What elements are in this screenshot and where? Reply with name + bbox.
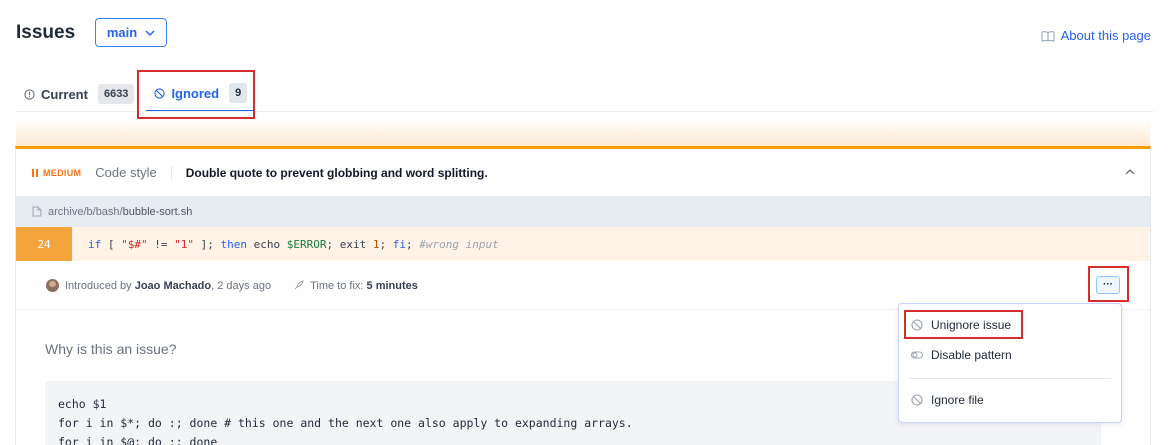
menu-item-label: Unignore issue <box>931 318 1012 332</box>
code-line: 24 if [ "$#" != "1" ]; then echo $ERROR;… <box>16 227 1150 261</box>
chevron-up-icon[interactable] <box>1124 166 1136 178</box>
file-path-bar: archive/b/bash/bubble-sort.sh <box>16 196 1150 227</box>
menu-item-label: Ignore file <box>931 393 984 407</box>
code-token: ]; <box>194 237 221 251</box>
about-page-link[interactable]: About this page <box>1041 28 1151 43</box>
code-token: then <box>220 237 248 251</box>
menu-item-ignore-file[interactable]: Ignore file <box>911 393 984 407</box>
tab-current-count: 6633 <box>97 84 135 104</box>
card-glow <box>16 118 1150 148</box>
issue-category: Code style <box>95 165 157 180</box>
why-heading: Why is this an issue? <box>45 341 177 357</box>
issue-title: Double quote to prevent globbing and wor… <box>185 165 488 180</box>
file-icon <box>32 206 42 217</box>
code-token: [ <box>101 237 122 251</box>
code-token: ; <box>405 237 420 251</box>
code-token: if <box>88 237 102 251</box>
author-name: Joao Machado <box>134 279 212 292</box>
menu-item-label: Disable pattern <box>931 348 1012 362</box>
time-to-fix-value: 5 minutes <box>366 279 418 292</box>
time-to-fix: Time to fix: 5 minutes <box>310 280 418 292</box>
more-options-button[interactable]: ··· <box>1096 276 1120 294</box>
branch-select[interactable]: main <box>95 18 167 47</box>
issue-header[interactable]: MEDIUM Code style Double quote to preven… <box>16 149 1150 196</box>
code-token: "$#" <box>121 237 148 251</box>
introduced-time: , 2 days ago <box>211 279 272 292</box>
code-token: != <box>147 237 175 251</box>
rocket-icon <box>294 280 304 290</box>
tab-current-label: Current <box>41 86 88 102</box>
issue-meta: Introduced by Joao Machado, 2 days ago T… <box>46 279 418 292</box>
tab-ignored-count: 9 <box>229 83 248 103</box>
code-token: $ERROR <box>286 237 327 251</box>
file-path[interactable]: archive/b/bash/bubble-sort.sh <box>48 206 192 218</box>
menu-item-unignore-issue[interactable]: Unignore issue <box>911 318 1011 332</box>
header-separator <box>170 165 172 180</box>
ban-icon <box>911 319 923 331</box>
code-token: "1" <box>174 237 194 251</box>
chevron-down-icon <box>145 29 155 36</box>
ban-icon <box>911 394 923 406</box>
menu-separator <box>909 378 1111 379</box>
introduced-prefix: Introduced by <box>65 279 132 292</box>
code-token: ; <box>379 237 393 251</box>
introduced-by: Introduced by Joao Machado, 2 days ago <box>65 280 271 292</box>
file-name: bubble-sort.sh <box>122 205 193 218</box>
issue-tabs: Current 6633 Ignored 9 <box>16 76 256 112</box>
about-page-label: About this page <box>1060 28 1151 43</box>
severity-label: MEDIUM <box>43 167 82 178</box>
tab-ignored[interactable]: Ignored 9 <box>146 76 256 112</box>
ban-icon <box>154 87 166 99</box>
menu-item-disable-pattern[interactable]: Disable pattern <box>911 348 1012 362</box>
line-number: 24 <box>16 227 72 261</box>
info-icon <box>24 88 35 100</box>
tabs-divider <box>16 111 1154 112</box>
toggle-icon <box>911 351 923 359</box>
time-to-fix-label: Time to fix: <box>310 279 364 292</box>
avatar <box>46 279 59 292</box>
tab-current[interactable]: Current 6633 <box>16 76 142 112</box>
severity-badge: MEDIUM <box>32 168 81 178</box>
file-directory: archive/b/bash/ <box>48 205 123 218</box>
branch-select-label: main <box>106 25 138 40</box>
code-token: ; exit <box>326 237 373 251</box>
severity-bars-icon <box>32 168 38 177</box>
book-icon <box>1041 30 1055 42</box>
code-token: fi <box>392 237 406 251</box>
code-snippet: if [ "$#" != "1" ]; then echo $ERROR; ex… <box>88 238 499 251</box>
page-title: Issues <box>16 22 76 43</box>
code-token: echo <box>247 237 287 251</box>
tab-ignored-label: Ignored <box>171 85 220 101</box>
issue-actions-menu: Unignore issue Disable pattern Ignore fi… <box>898 303 1122 423</box>
code-comment: #wrong input <box>419 237 499 251</box>
